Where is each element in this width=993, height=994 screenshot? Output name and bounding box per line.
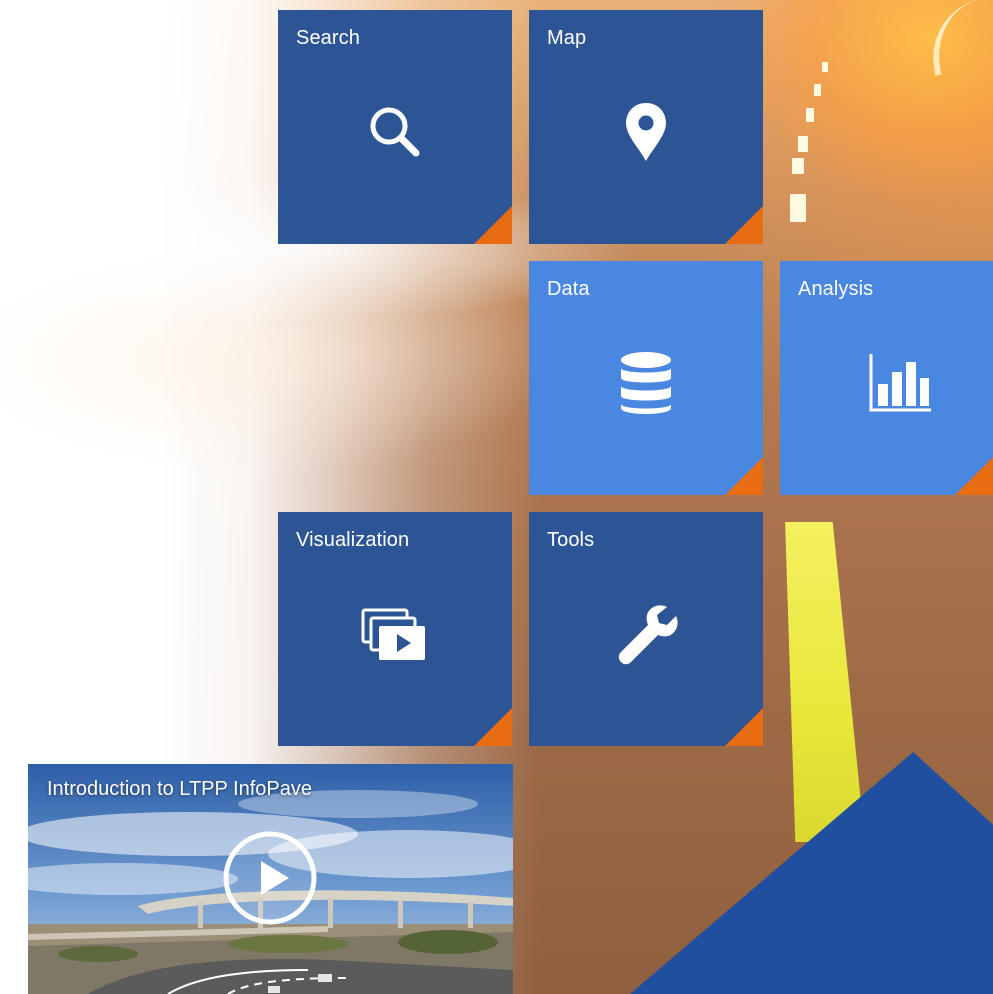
wrench-icon	[618, 605, 678, 664]
analysis-tile[interactable]: Analysis	[780, 261, 993, 495]
map-pin-icon	[626, 102, 666, 161]
corner-accent	[725, 206, 763, 244]
video-title: Introduction to LTPP InfoPave	[47, 778, 312, 800]
data-tile-label: Data	[547, 278, 590, 300]
corner-accent	[725, 457, 763, 495]
tools-tile[interactable]: Tools	[529, 512, 763, 746]
corner-accent	[955, 457, 993, 495]
visualization-tile-label: Visualization	[296, 529, 410, 551]
bar-chart-icon	[869, 353, 931, 412]
intro-video-thumbnail[interactable]: Introduction to LTPP InfoPave	[28, 764, 513, 994]
search-tile[interactable]: Search	[278, 10, 512, 244]
corner-accent	[725, 708, 763, 746]
search-icon	[370, 107, 420, 157]
corner-accent	[474, 206, 512, 244]
media-gallery-icon	[361, 608, 425, 660]
corner-accent	[474, 708, 512, 746]
map-tile[interactable]: Map	[529, 10, 763, 244]
play-button-icon[interactable]	[221, 829, 319, 927]
map-tile-label: Map	[547, 27, 587, 49]
database-icon	[621, 351, 671, 414]
analysis-tile-label: Analysis	[798, 278, 874, 300]
data-tile[interactable]: Data	[529, 261, 763, 495]
visualization-tile[interactable]: Visualization	[278, 512, 512, 746]
search-tile-label: Search	[296, 27, 360, 49]
tools-tile-label: Tools	[547, 529, 595, 551]
